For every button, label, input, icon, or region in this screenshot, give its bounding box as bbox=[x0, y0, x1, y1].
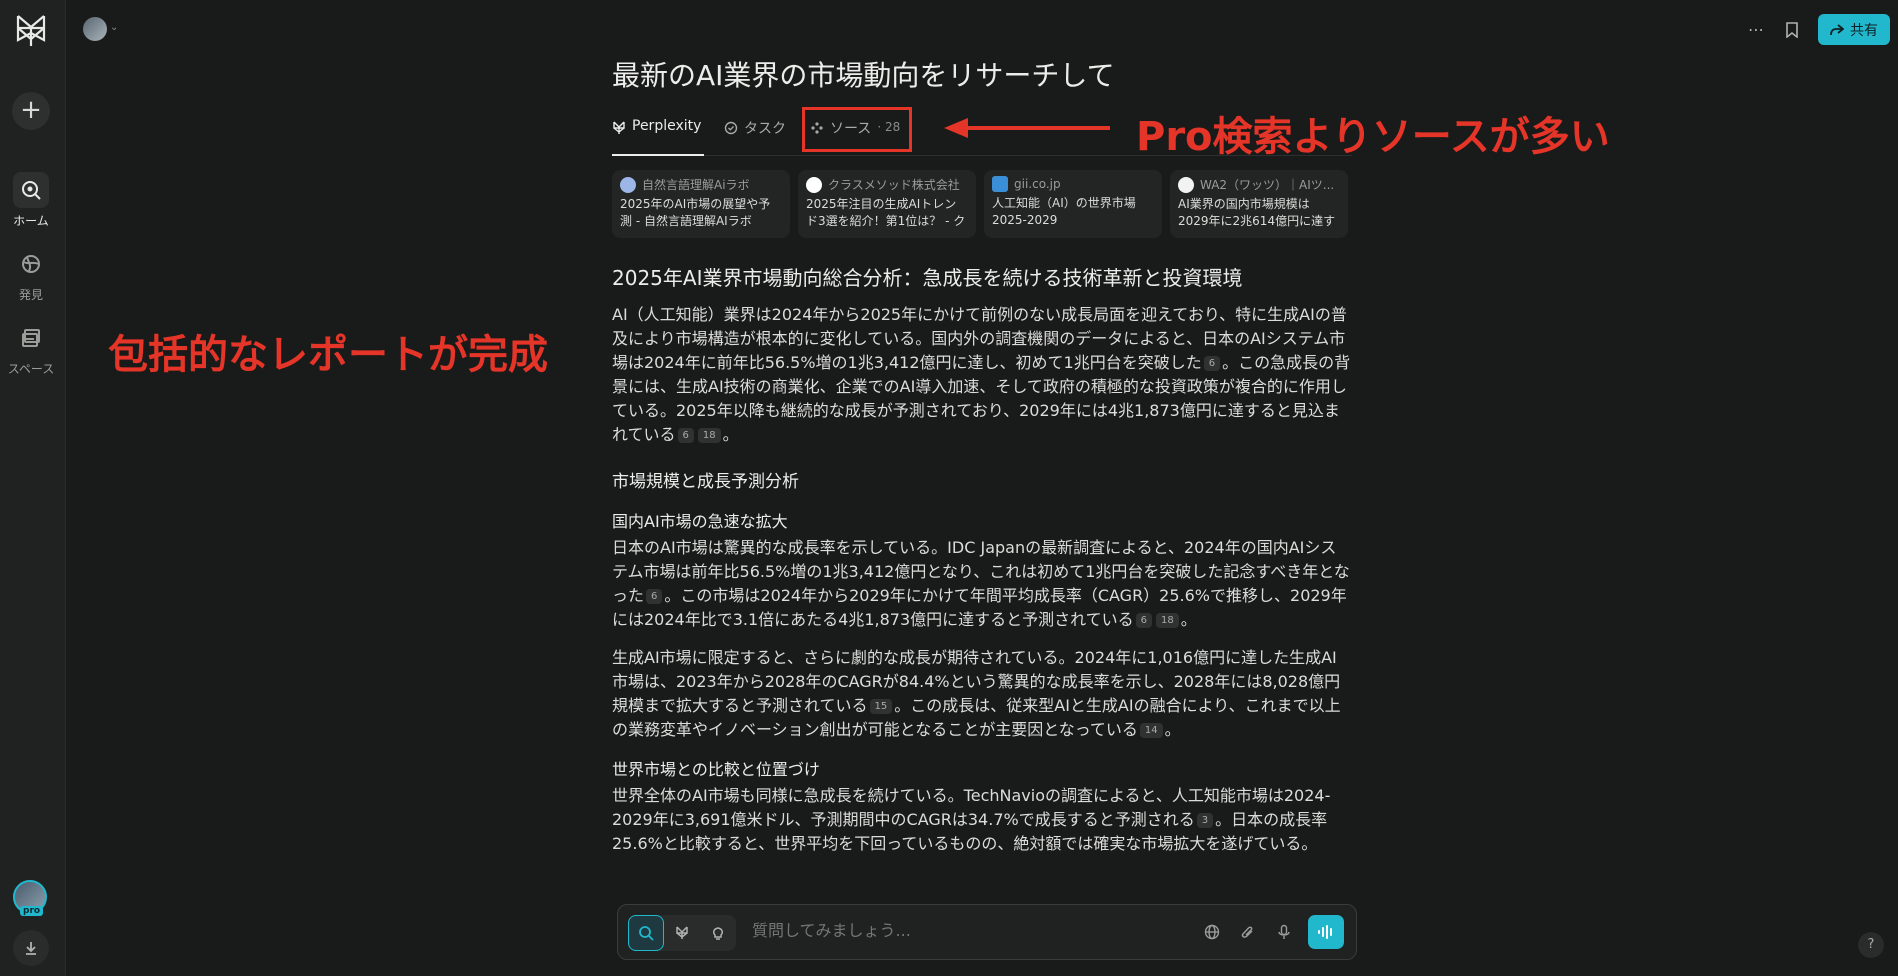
thread-owner-avatar[interactable] bbox=[83, 17, 107, 41]
globe-button[interactable] bbox=[1200, 920, 1224, 944]
waveform-icon bbox=[1318, 925, 1332, 939]
source-title: AI業界の国内市場規模は2029年に2兆614億円に達する見... bbox=[1178, 197, 1336, 228]
citation-badge[interactable]: 18 bbox=[1156, 613, 1179, 628]
research-mode-button[interactable] bbox=[664, 915, 700, 951]
citation-badge[interactable]: 15 bbox=[869, 699, 893, 714]
sidebar-item-home[interactable]: ホーム bbox=[0, 172, 62, 229]
answer-paragraph: 日本のAI市場は驚異的な成長率を示している。IDC Japanの最新調査によると… bbox=[612, 538, 1350, 629]
tab-label: Perplexity bbox=[632, 118, 702, 134]
subsection-heading: 世界市場との比較と位置づけ bbox=[612, 760, 820, 779]
tab-label: タスク bbox=[744, 121, 786, 137]
tab-perplexity[interactable]: Perplexity bbox=[612, 110, 704, 156]
sidebar-item-discover[interactable]: 発見 bbox=[0, 246, 62, 303]
labs-mode-button[interactable] bbox=[700, 915, 736, 951]
source-card[interactable]: WA2（ワッツ）｜AIツ... AI業界の国内市場規模は2029年に2兆614億… bbox=[1170, 170, 1348, 238]
citation-badge[interactable]: 6 bbox=[1203, 356, 1221, 371]
sidebar-item-label: スペース bbox=[7, 362, 55, 376]
favicon-icon bbox=[806, 176, 822, 193]
annotation-highlight-box bbox=[802, 107, 912, 152]
search-icon bbox=[639, 926, 654, 941]
share-icon bbox=[1830, 23, 1844, 35]
citation-badge[interactable]: 6 bbox=[1135, 613, 1153, 628]
citation-badge[interactable]: 18 bbox=[697, 428, 721, 443]
pro-badge: pro bbox=[20, 906, 44, 916]
paperclip-icon bbox=[1241, 926, 1253, 938]
task-icon bbox=[724, 121, 738, 135]
annotation-arrow-icon bbox=[944, 118, 1110, 138]
citation-badge[interactable]: 14 bbox=[1139, 723, 1163, 738]
answer-paragraph: 生成AI市場に限定すると、さらに劇的な成長が期待されている。2024年に1,01… bbox=[612, 648, 1341, 739]
help-button[interactable]: ? bbox=[1858, 932, 1884, 958]
tab-tasks[interactable]: タスク bbox=[724, 110, 786, 156]
source-card[interactable]: 自然言語理解Aiラボ 2025年のAI市場の展望や予測 - 自然言語理解AIラボ bbox=[612, 170, 790, 238]
annotation-text-left: 包括的なレポートが完成 bbox=[108, 332, 548, 378]
source-site: 自然言語理解Aiラボ bbox=[642, 178, 750, 192]
annotation-text-right: Pro検索よりソースが多い bbox=[1136, 114, 1610, 160]
question-input[interactable] bbox=[752, 921, 1172, 940]
new-thread-button[interactable]: + bbox=[12, 92, 50, 130]
voice-mode-button[interactable] bbox=[1308, 915, 1344, 949]
favicon-icon bbox=[992, 176, 1008, 192]
top-actions: ⋯ 共有 bbox=[1746, 14, 1890, 45]
microphone-icon bbox=[1278, 924, 1290, 939]
source-title: 2025年のAI市場の展望や予測 - 自然言語理解AIラボ bbox=[620, 197, 771, 228]
source-card[interactable]: gii.co.jp 人工知能（AI）の世界市場 2025-2029 bbox=[984, 170, 1162, 238]
attach-button[interactable] bbox=[1236, 920, 1260, 944]
citation-badge[interactable]: 3 bbox=[1196, 813, 1214, 828]
answer-paragraph: AI（人工知能）業界は2024年から2025年にかけて前例のない成長局面を迎えて… bbox=[612, 305, 1351, 444]
download-button[interactable] bbox=[13, 930, 49, 966]
answer-paragraph: 世界全体のAI市場も同様に急成長を続けている。TechNavioの調査によると、… bbox=[612, 786, 1331, 853]
download-icon bbox=[26, 942, 36, 955]
composer bbox=[617, 904, 1357, 960]
more-icon[interactable]: ⋯ bbox=[1746, 20, 1766, 40]
section-heading: 市場規模と成長予測分析 bbox=[612, 472, 799, 492]
favicon-icon bbox=[620, 176, 636, 193]
sidebar: + ホーム 発見 スペース pro bbox=[0, 0, 66, 976]
sidebar-item-label: 発見 bbox=[18, 288, 43, 302]
globe-icon bbox=[1204, 924, 1220, 940]
source-cards: 自然言語理解Aiラボ 2025年のAI市場の展望や予測 - 自然言語理解AIラボ… bbox=[612, 170, 1348, 238]
subsection-heading: 国内AI市場の急速な拡大 bbox=[612, 512, 788, 531]
answer-heading: 2025年AI業界市場動向総合分析：急成長を続ける技術革新と投資環境 bbox=[612, 266, 1243, 290]
source-site: クラスメソッド株式会社 bbox=[828, 178, 960, 192]
citation-badge[interactable]: 6 bbox=[677, 428, 694, 443]
source-site: gii.co.jp bbox=[1014, 177, 1061, 191]
share-label: 共有 bbox=[1850, 22, 1878, 39]
dictation-button[interactable] bbox=[1272, 920, 1296, 944]
share-button[interactable]: 共有 bbox=[1818, 14, 1890, 45]
chevron-down-icon[interactable]: ⌄ bbox=[110, 22, 118, 33]
composer-actions bbox=[1200, 915, 1344, 949]
source-title: 人工知能（AI）の世界市場 2025-2029 bbox=[992, 196, 1136, 227]
query-title: 最新のAI業界の市場動向をリサーチして bbox=[612, 59, 1115, 92]
source-title: 2025年注目の生成AIトレンド3選を紹介！第1位は？ - クラ... bbox=[806, 197, 966, 228]
sidebar-item-label: ホーム bbox=[13, 214, 49, 228]
answer-body: 2025年AI業界市場動向総合分析：急成長を続ける技術革新と投資環境 AI（人工… bbox=[612, 262, 1352, 870]
spaces-icon bbox=[13, 320, 49, 356]
source-site: WA2（ワッツ）｜AIツ... bbox=[1200, 178, 1335, 192]
lightbulb-icon bbox=[713, 927, 723, 940]
bookmark-icon[interactable] bbox=[1782, 20, 1802, 40]
perplexity-icon bbox=[613, 121, 625, 134]
perplexity-logo-icon[interactable] bbox=[12, 12, 50, 50]
source-card[interactable]: クラスメソッド株式会社 2025年注目の生成AIトレンド3選を紹介！第1位は？ … bbox=[798, 170, 976, 238]
citation-badge[interactable]: 6 bbox=[646, 589, 663, 604]
search-mode-button[interactable] bbox=[628, 915, 664, 951]
sidebar-item-spaces[interactable]: スペース bbox=[0, 320, 62, 377]
research-icon bbox=[676, 926, 688, 939]
discover-icon bbox=[13, 246, 49, 282]
search-mode-group bbox=[628, 915, 736, 951]
favicon-icon bbox=[1178, 176, 1194, 193]
home-icon bbox=[13, 172, 49, 208]
